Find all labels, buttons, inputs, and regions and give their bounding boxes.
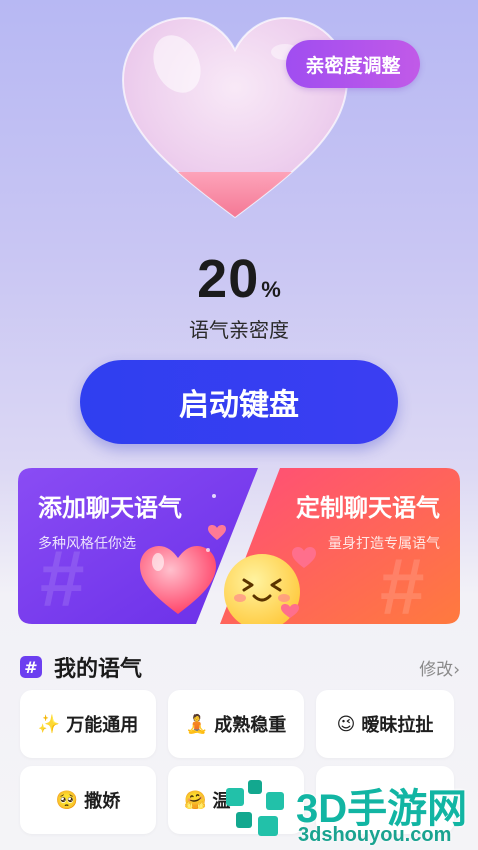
tone-chip-label: 暧昧拉扯 — [361, 715, 434, 736]
chevron-right-icon: › — [453, 659, 460, 680]
tone-chip-label: 万能通用 — [66, 715, 139, 736]
watermark-logo-icon — [226, 780, 284, 836]
pleading-face-icon: 🥺 — [55, 789, 79, 811]
start-keyboard-button[interactable]: 启动键盘 — [80, 360, 398, 444]
intimacy-percent-value: 20 — [197, 249, 260, 309]
tone-chip-label: 撒娇 — [84, 791, 121, 812]
tone-cards: # # 添加聊天语气 多种风格任你选 定制聊天语气 量身打造专属语气 — [18, 468, 460, 624]
sparkles-icon: ✨ — [37, 713, 61, 735]
wink-icon: 😉 — [336, 713, 356, 735]
tone-chip-universal[interactable]: ✨ 万能通用 — [20, 690, 156, 758]
my-tones-header: # 我的语气 修改› — [20, 650, 460, 684]
edit-tones-link[interactable]: 修改› — [419, 655, 460, 680]
add-tone-title: 添加聊天语气 — [38, 494, 182, 522]
hash-icon: # — [20, 656, 42, 678]
watermark: 3D手游网 3dshouyou.com — [222, 770, 478, 850]
intimacy-percent-unit: % — [261, 277, 281, 302]
customize-tone-subtitle: 量身打造专属语气 — [328, 536, 440, 552]
customize-tone-title: 定制聊天语气 — [296, 494, 440, 522]
intimacy-label: 语气亲密度 — [189, 318, 289, 342]
intimacy-percent: 20% — [0, 248, 478, 310]
tone-chip-cute[interactable]: 🥺 撒娇 — [20, 766, 156, 834]
svg-text:#: # — [380, 542, 425, 624]
intimacy-adjust-button[interactable]: 亲密度调整 — [286, 40, 420, 88]
tone-chip-flirty[interactable]: 😉 暧昧拉扯 — [316, 690, 454, 758]
edit-label: 修改 — [419, 659, 454, 680]
tone-chip-mature[interactable]: 🧘 成熟稳重 — [168, 690, 304, 758]
add-tone-subtitle: 多种风格任你选 — [38, 536, 136, 552]
hug-icon: 🤗 — [184, 789, 207, 811]
tone-chip-label: 成熟稳重 — [214, 715, 287, 736]
meditate-icon: 🧘 — [185, 713, 209, 735]
my-tones-title: 我的语气 — [54, 657, 143, 682]
watermark-url: 3dshouyou.com — [298, 824, 452, 846]
